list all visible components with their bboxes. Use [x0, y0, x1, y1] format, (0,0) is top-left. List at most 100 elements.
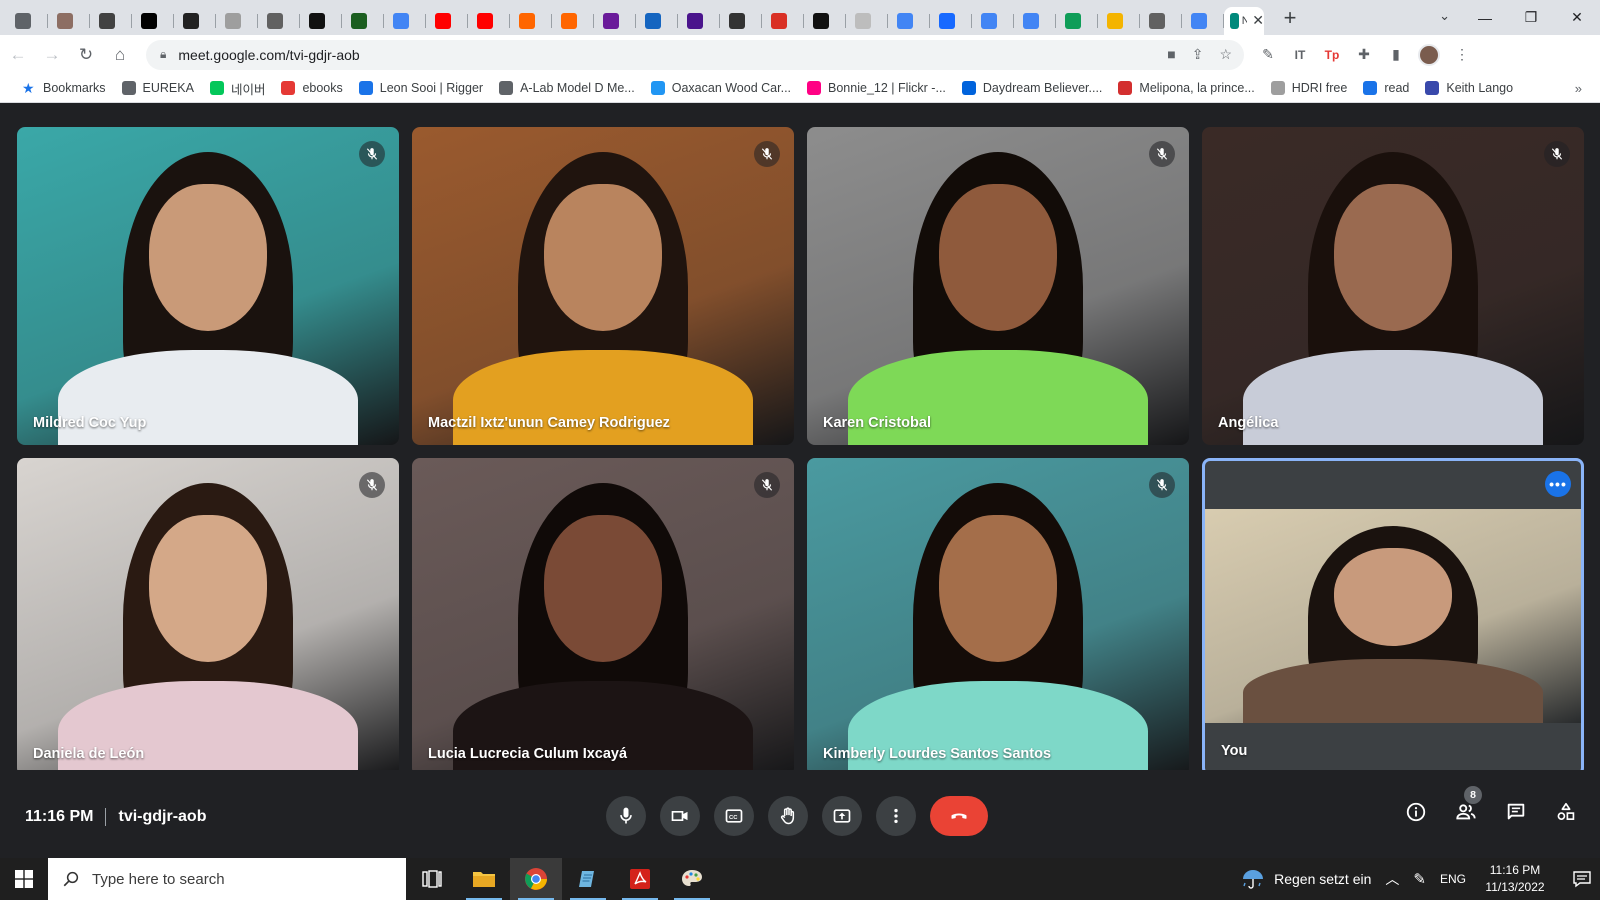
participant-tile[interactable]: Daniela de León	[17, 458, 399, 776]
browser-tab[interactable]	[972, 7, 1014, 35]
tile-more-options-button[interactable]: •••	[1545, 471, 1571, 497]
browser-tab[interactable]	[6, 7, 48, 35]
side-panel-icon[interactable]: ▮	[1386, 45, 1406, 65]
raise-hand-button[interactable]	[768, 796, 808, 836]
browser-tab[interactable]	[1098, 7, 1140, 35]
bookmark-star-icon[interactable]: ☆	[1219, 46, 1232, 63]
language-indicator[interactable]: ENG	[1440, 872, 1466, 886]
bookmark-item[interactable]: Leon Sooi | Rigger	[351, 81, 491, 95]
task-view-button[interactable]	[406, 858, 458, 900]
profile-avatar[interactable]	[1418, 43, 1440, 66]
browser-tab[interactable]	[510, 7, 552, 35]
self-view-tile[interactable]: ••• You	[1202, 458, 1584, 776]
browser-tab[interactable]	[258, 7, 300, 35]
extension-tp-icon[interactable]: Tp	[1322, 45, 1342, 65]
bookmark-item[interactable]: Oaxacan Wood Car...	[643, 81, 799, 95]
forward-button[interactable]: →	[36, 39, 68, 71]
restore-button[interactable]: ❐	[1508, 0, 1554, 35]
participant-tile[interactable]: Karen Cristobal	[807, 127, 1189, 445]
browser-tab[interactable]	[1140, 7, 1182, 35]
extension-translate-icon[interactable]: IT	[1290, 45, 1310, 65]
microphone-button[interactable]	[606, 796, 646, 836]
browser-tab[interactable]	[90, 7, 132, 35]
camera-button[interactable]	[660, 796, 700, 836]
browser-tab[interactable]	[48, 7, 90, 35]
browser-tab[interactable]	[552, 7, 594, 35]
browser-tab[interactable]	[804, 7, 846, 35]
minimize-button[interactable]: —	[1462, 0, 1508, 35]
paint-taskbar-button[interactable]	[666, 858, 718, 900]
taskbar-search-box[interactable]: Type here to search	[48, 858, 406, 900]
bookmark-item[interactable]: read	[1355, 81, 1417, 95]
chrome-taskbar-button[interactable]	[510, 858, 562, 900]
close-window-button[interactable]: ✕	[1554, 0, 1600, 35]
tray-chevron-icon[interactable]: ︿	[1385, 869, 1399, 889]
bookmarks-more-button[interactable]: »	[1575, 81, 1582, 96]
url-text[interactable]: meet.google.com/tvi-gdjr-aob	[178, 47, 359, 63]
meeting-details-button[interactable]	[1404, 800, 1428, 824]
clock[interactable]: 11:16 PM 11/13/2022	[1480, 862, 1550, 896]
participant-tile[interactable]: Mactzil Ixtz'unun Camey Rodriguez	[412, 127, 794, 445]
bookmark-item[interactable]: HDRI free	[1263, 81, 1356, 95]
pen-icon[interactable]: ✎	[1413, 870, 1426, 888]
camera-in-use-icon[interactable]: ■	[1167, 46, 1175, 63]
home-button[interactable]: ⌂	[104, 39, 136, 71]
browser-tab[interactable]	[132, 7, 174, 35]
bookmark-item[interactable]: EUREKA	[114, 81, 202, 95]
browser-tab[interactable]	[384, 7, 426, 35]
bookmark-item[interactable]: Daydream Believer....	[954, 81, 1111, 95]
browser-tab[interactable]	[678, 7, 720, 35]
browser-tab[interactable]	[1014, 7, 1056, 35]
browser-tab[interactable]	[888, 7, 930, 35]
address-bar[interactable]: 🔒︎ meet.google.com/tvi-gdjr-aob ■ ⇪ ☆	[146, 39, 1244, 70]
bookmark-item[interactable]: Keith Lango	[1417, 81, 1521, 95]
new-tab-button[interactable]: +	[1276, 5, 1304, 31]
bookmark-item[interactable]: ebooks	[273, 81, 350, 95]
extensions-puzzle-icon[interactable]: ✚	[1354, 45, 1374, 65]
participant-tile[interactable]: Angélica	[1202, 127, 1584, 445]
close-tab-icon[interactable]: ✕	[1252, 12, 1264, 29]
participant-tile[interactable]: Mildred Coc Yup	[17, 127, 399, 445]
start-button[interactable]	[0, 858, 48, 900]
browser-tab[interactable]	[846, 7, 888, 35]
browser-tab[interactable]	[216, 7, 258, 35]
browser-tab[interactable]	[594, 7, 636, 35]
lock-icon[interactable]: 🔒︎	[160, 47, 166, 62]
browser-tab[interactable]	[1182, 7, 1224, 35]
tab-active-meet[interactable]: N ✕	[1224, 6, 1264, 35]
captions-button[interactable]: CC	[714, 796, 754, 836]
chat-button[interactable]	[1504, 800, 1528, 824]
participant-tile[interactable]: Kimberly Lourdes Santos Santos	[807, 458, 1189, 776]
extension-pen-icon[interactable]: ✎	[1258, 45, 1278, 65]
present-screen-button[interactable]	[822, 796, 862, 836]
chrome-menu-icon[interactable]: ⋮	[1452, 45, 1472, 65]
bookmark-item[interactable]: Melipona, la prince...	[1110, 81, 1262, 95]
meeting-code[interactable]: tvi-gdjr-aob	[118, 808, 206, 826]
weather-widget[interactable]: Regen setzt ein	[1240, 867, 1371, 891]
back-button[interactable]: ←	[2, 39, 34, 71]
browser-tab[interactable]	[174, 7, 216, 35]
more-options-button[interactable]	[876, 796, 916, 836]
activities-button[interactable]	[1554, 800, 1578, 824]
browser-tab[interactable]	[636, 7, 678, 35]
browser-tab[interactable]	[426, 7, 468, 35]
bookmark-item[interactable]: 네이버	[202, 79, 274, 98]
browser-tab[interactable]	[1056, 7, 1098, 35]
bookmark-item[interactable]: A-Lab Model D Me...	[491, 81, 643, 95]
file-explorer-button[interactable]	[458, 858, 510, 900]
browser-tab[interactable]	[720, 7, 762, 35]
browser-tab[interactable]	[342, 7, 384, 35]
people-button[interactable]: 8	[1454, 786, 1482, 824]
browser-tab[interactable]	[762, 7, 804, 35]
acrobat-taskbar-button[interactable]	[614, 858, 666, 900]
leave-call-button[interactable]	[930, 796, 988, 836]
browser-tab[interactable]	[300, 7, 342, 35]
browser-tab[interactable]	[468, 7, 510, 35]
share-icon[interactable]: ⇪	[1192, 46, 1204, 63]
browser-tab[interactable]	[930, 7, 972, 35]
bookmark-item[interactable]: Bonnie_12 | Flickr -...	[799, 81, 954, 95]
bookmarks-folder[interactable]: ★ Bookmarks	[14, 81, 114, 95]
notepad-taskbar-button[interactable]	[562, 858, 614, 900]
participant-tile[interactable]: Lucia Lucrecia Culum Ixcayá	[412, 458, 794, 776]
tab-search-chevron-icon[interactable]: ⌄	[1439, 8, 1450, 24]
